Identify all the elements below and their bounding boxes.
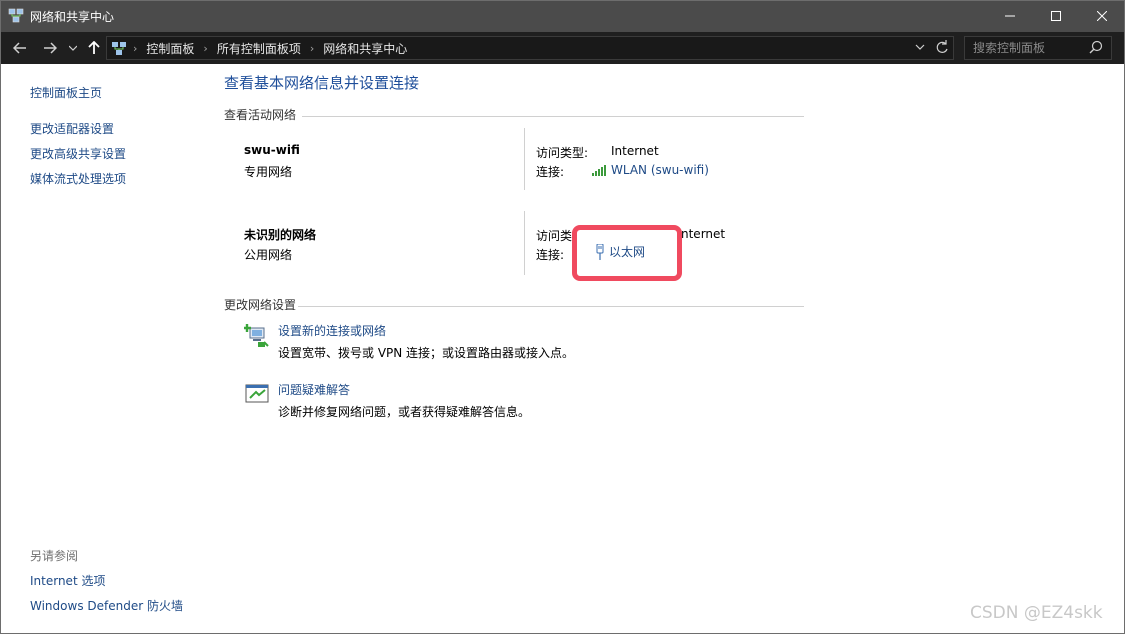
change-adapter-settings-link[interactable]: 更改适配器设置 [30, 120, 114, 137]
access-type-value: Internet [611, 144, 659, 158]
breadcrumb-separator-icon[interactable]: › [203, 42, 207, 55]
up-button[interactable] [85, 38, 103, 58]
watermark: CSDN @EZ4skk [970, 603, 1103, 623]
minimize-icon [1005, 15, 1015, 17]
maximize-icon [1051, 11, 1061, 21]
refresh-button[interactable] [935, 39, 949, 59]
window-title: 网络和共享中心 [30, 10, 115, 24]
section-divider [298, 306, 804, 307]
setup-new-connection-link[interactable]: 设置新的连接或网络 [278, 322, 386, 339]
media-streaming-options-link[interactable]: 媒体流式处理选项 [30, 170, 126, 187]
troubleshoot-desc: 诊断并修复网络问题，或者获得疑难解答信息。 [278, 405, 531, 419]
navigation-bar: › 控制面板 › 所有控制面板项 › 网络和共享中心 [0, 32, 1125, 64]
wlan-connection-label: WLAN (swu-wifi) [611, 163, 709, 177]
ethernet-connection-label: 以太网 [609, 245, 646, 259]
network-column-divider [524, 128, 525, 190]
breadcrumb-separator-icon[interactable]: › [310, 42, 314, 55]
search-button[interactable] [1089, 40, 1103, 57]
new-connection-icon [244, 324, 269, 347]
connection-label: 连接: [536, 248, 565, 262]
network-column-divider [524, 211, 525, 275]
maximize-button[interactable] [1033, 0, 1079, 32]
up-arrow-icon [88, 41, 100, 54]
close-icon [1097, 11, 1107, 21]
control-panel-home-link[interactable]: 控制面板主页 [30, 84, 102, 101]
minimize-button[interactable] [987, 0, 1033, 32]
address-bar[interactable]: › 控制面板 › 所有控制面板项 › 网络和共享中心 [106, 36, 954, 60]
see-also-heading: 另请参阅 [30, 549, 79, 563]
recent-dropdown-icon [69, 45, 77, 51]
change-settings-heading: 更改网络设置 [224, 298, 297, 312]
forward-arrow-icon [44, 42, 57, 54]
recent-locations-button[interactable] [66, 38, 80, 58]
ethernet-icon [596, 243, 604, 260]
breadcrumb-item[interactable]: 所有控制面板项 [217, 40, 301, 57]
network-name: 未识别的网络 [244, 228, 317, 242]
refresh-icon [936, 40, 948, 53]
troubleshoot-icon [245, 384, 269, 403]
network-profile-type: 公用网络 [244, 248, 293, 262]
network-sharing-icon [112, 42, 126, 55]
network-sharing-icon [8, 8, 24, 23]
internet-options-link[interactable]: Internet 选项 [30, 572, 105, 589]
change-advanced-sharing-link[interactable]: 更改高级共享设置 [30, 145, 126, 162]
active-networks-heading: 查看活动网络 [224, 108, 297, 122]
back-arrow-icon [13, 42, 26, 54]
setup-new-connection-desc: 设置宽带、拨号或 VPN 连接；或设置路由器或接入点。 [278, 346, 575, 360]
sidebar: 控制面板主页 更改适配器设置 更改高级共享设置 媒体流式处理选项 另请参阅 In… [0, 64, 210, 634]
access-type-label: 访问类型: [536, 146, 589, 160]
breadcrumb-separator-icon: › [133, 41, 138, 55]
network-name: swu-wifi [244, 143, 300, 157]
connection-label: 连接: [536, 165, 565, 179]
highlight-annotation: 以太网 [572, 225, 682, 281]
network-profile-type: 专用网络 [244, 165, 293, 179]
breadcrumb-item[interactable]: 控制面板 [146, 40, 194, 57]
address-dropdown-button[interactable] [915, 40, 925, 57]
wlan-connection-link[interactable]: WLAN (swu-wifi) [592, 163, 709, 177]
access-type-label: 访问类 [536, 229, 573, 243]
breadcrumb: › 控制面板 › 所有控制面板项 › 网络和共享中心 [133, 37, 407, 59]
access-type-value: nternet [681, 227, 726, 241]
search-input[interactable] [965, 37, 1085, 59]
wifi-signal-icon [592, 165, 606, 176]
breadcrumb-item[interactable]: 网络和共享中心 [323, 40, 407, 57]
section-divider [302, 116, 804, 117]
page-title: 查看基本网络信息并设置连接 [224, 74, 420, 92]
forward-button[interactable] [40, 38, 60, 58]
windows-defender-firewall-link[interactable]: Windows Defender 防火墙 [30, 597, 183, 614]
search-icon [1089, 40, 1103, 54]
search-box [964, 36, 1112, 60]
chevron-down-icon [915, 44, 925, 50]
title-bar: 网络和共享中心 [0, 0, 1125, 32]
troubleshoot-link[interactable]: 问题疑难解答 [278, 381, 350, 398]
ethernet-connection-link[interactable]: 以太网 [595, 243, 645, 260]
close-button[interactable] [1079, 0, 1125, 32]
back-button[interactable] [10, 38, 30, 58]
main-content: 查看基本网络信息并设置连接 查看活动网络 swu-wifi 专用网络 访问类型:… [224, 64, 1104, 634]
